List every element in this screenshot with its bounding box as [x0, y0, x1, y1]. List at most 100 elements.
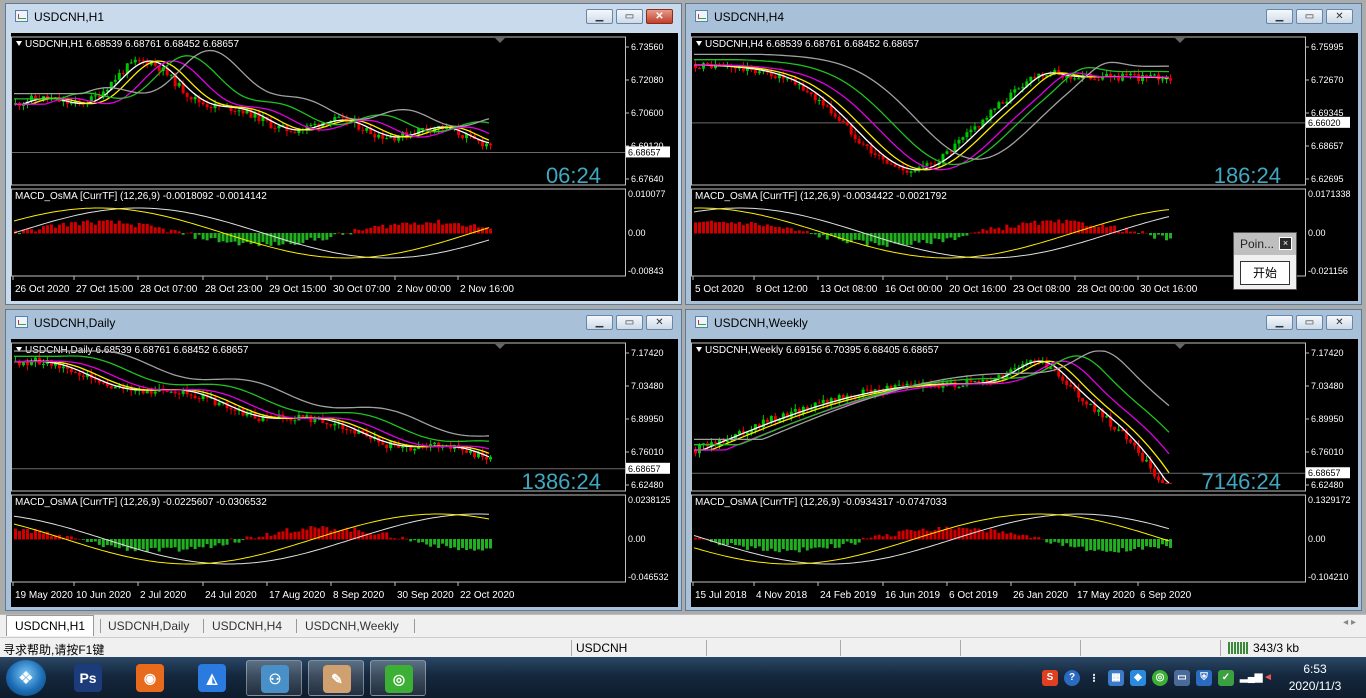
candle-body: [857, 139, 861, 144]
taskbar-clock[interactable]: 6:53 2020/11/3: [1280, 661, 1350, 695]
taskbar-app-metatrader[interactable]: ⚇: [246, 660, 302, 696]
chart-window-h1[interactable]: USDCNH,H1 ▁ ▭ ✕ USDCNH,H1 6.68539 6.6876…: [5, 3, 682, 305]
start-button[interactable]: 开始: [1240, 261, 1290, 285]
close-button[interactable]: ✕: [646, 9, 673, 24]
titlebar[interactable]: USDCNH,Daily ▁ ▭ ✕: [6, 310, 681, 336]
minimize-button[interactable]: ▁: [1266, 315, 1293, 330]
price-scale-label: 6.73560: [631, 42, 664, 52]
close-button[interactable]: ✕: [1326, 9, 1353, 24]
macd-histogram-bar: [369, 227, 373, 234]
macd-histogram-bar: [745, 223, 749, 234]
macd-histogram-bar: [249, 536, 253, 540]
current-price-label: 6.68657: [1308, 468, 1341, 478]
macd-histogram-bar: [1121, 539, 1125, 549]
close-button[interactable]: ✕: [1326, 315, 1353, 330]
titlebar[interactable]: USDCNH,H4 ▁ ▭ ✕: [686, 4, 1361, 30]
tab-usdcnh-h1[interactable]: USDCNH,H1: [6, 615, 95, 636]
chart-svg[interactable]: USDCNH,H1 6.68539 6.68761 6.68452 6.6865…: [11, 33, 678, 301]
minimize-button[interactable]: ▁: [1266, 9, 1293, 24]
macd-histogram-bar: [857, 539, 861, 543]
network-tray-icon[interactable]: ▦: [1108, 670, 1124, 686]
taskbar-app-browser[interactable]: ◉: [122, 660, 178, 696]
tab-usdcnh-weekly[interactable]: USDCNH,Weekly: [297, 617, 407, 635]
macd-histogram-bar: [929, 233, 933, 245]
popup-close-button[interactable]: ×: [1279, 237, 1292, 250]
chart-window-weekly[interactable]: USDCNH,Weekly ▁ ▭ ✕ USDCNH,Weekly 6.6915…: [685, 309, 1362, 611]
taskbar-app-wechat[interactable]: ◎: [370, 660, 426, 696]
macd-histogram-bar: [849, 539, 853, 544]
tab-usdcnh-daily[interactable]: USDCNH,Daily: [100, 617, 197, 635]
macd-histogram-bar: [337, 232, 341, 234]
macd-histogram-bar: [853, 233, 857, 240]
macd-histogram-bar: [409, 539, 413, 542]
macd-histogram-bar: [241, 233, 245, 244]
macd-histogram-bar: [869, 233, 873, 242]
candle-body: [189, 394, 193, 396]
macd-histogram-bar: [165, 232, 169, 234]
chart-window-icon: [695, 10, 708, 22]
price-scale-label: 6.62480: [1311, 480, 1344, 490]
macd-histogram-bar: [805, 231, 809, 234]
chart-svg[interactable]: USDCNH,Weekly 6.69156 6.70395 6.68405 6.…: [691, 339, 1358, 607]
close-icon: ✕: [1335, 317, 1344, 328]
macd-scale-label: -0.021156: [1308, 266, 1348, 276]
price-chart[interactable]: USDCNH,Weekly 6.69156 6.70395 6.68405 6.…: [691, 339, 1358, 607]
maximize-button[interactable]: ▭: [616, 9, 643, 24]
settings-icon[interactable]: ⁝: [1086, 670, 1102, 686]
macd-histogram-bar: [1101, 539, 1105, 551]
maximize-button[interactable]: ▭: [616, 315, 643, 330]
close-button[interactable]: ✕: [646, 315, 673, 330]
minimize-button[interactable]: ▁: [586, 315, 613, 330]
taskbar-app-paint[interactable]: ✎: [308, 660, 364, 696]
collapse-triangle-icon: [16, 41, 22, 46]
signal-icon[interactable]: ▂▄▆: [1240, 670, 1262, 686]
time-axis-label: 28 Oct 07:00: [140, 284, 198, 295]
volume-muted-icon[interactable]: ◄: [1260, 670, 1276, 686]
candle-body: [737, 431, 741, 435]
macd-histogram-bar: [1129, 231, 1133, 234]
macd-histogram-bar: [837, 539, 841, 548]
maximize-button[interactable]: ▭: [1296, 9, 1323, 24]
macd-histogram-bar: [773, 226, 777, 234]
taskbar-app-photoshop[interactable]: Ps: [60, 660, 116, 696]
macd-histogram-bar: [113, 223, 117, 234]
price-chart[interactable]: USDCNH,Daily 6.68539 6.68761 6.68452 6.6…: [11, 339, 678, 607]
titlebar[interactable]: USDCNH,H1 ▁ ▭ ✕: [6, 4, 681, 30]
tab-usdcnh-h4[interactable]: USDCNH,H4: [204, 617, 290, 635]
sogou-ime-icon[interactable]: S: [1042, 670, 1058, 686]
macd-histogram-bar: [101, 220, 105, 234]
macd-histogram-bar: [769, 539, 773, 549]
macd-histogram-bar: [205, 233, 209, 241]
macd-histogram-bar: [1033, 220, 1037, 234]
macd-histogram-bar: [705, 221, 709, 234]
macd-histogram-bar: [49, 224, 53, 234]
macd-histogram-bar: [933, 530, 937, 540]
wechat-tray-icon[interactable]: ◎: [1152, 670, 1168, 686]
minimize-button[interactable]: ▁: [586, 9, 613, 24]
shield-icon[interactable]: ⛨: [1196, 670, 1212, 686]
macd-scale-label: 0.0171338: [1308, 189, 1351, 199]
start-button[interactable]: ❖: [6, 660, 46, 696]
candle-body: [29, 361, 33, 366]
titlebar[interactable]: USDCNH,Weekly ▁ ▭ ✕: [686, 310, 1361, 336]
chart-svg[interactable]: USDCNH,Daily 6.68539 6.68761 6.68452 6.6…: [11, 339, 678, 607]
candle-body: [897, 384, 901, 386]
macd-histogram-bar: [697, 222, 701, 234]
tab-scroll-arrows[interactable]: ◂ ▸: [1343, 617, 1356, 628]
macd-histogram-bar: [229, 538, 233, 540]
maximize-button[interactable]: ▭: [1296, 315, 1323, 330]
taskbar-app-feishu[interactable]: ◭: [184, 660, 240, 696]
status-divider: [706, 640, 707, 656]
candle-body: [817, 100, 821, 102]
app-tray-icon[interactable]: ◆: [1130, 670, 1146, 686]
candle-body: [1129, 73, 1133, 76]
security-check-icon[interactable]: ✓: [1218, 670, 1234, 686]
price-chart[interactable]: USDCNH,H1 6.68539 6.68761 6.68452 6.6865…: [11, 33, 678, 301]
macd-histogram-bar: [137, 539, 141, 551]
display-icon[interactable]: ▭: [1174, 670, 1190, 686]
macd-scale-label: 0.00: [628, 228, 646, 238]
script-popup[interactable]: Poin... × 开始: [1233, 232, 1297, 290]
candle-body: [837, 116, 841, 121]
chart-window-daily[interactable]: USDCNH,Daily ▁ ▭ ✕ USDCNH,Daily 6.68539 …: [5, 309, 682, 611]
help-icon[interactable]: ?: [1064, 670, 1080, 686]
